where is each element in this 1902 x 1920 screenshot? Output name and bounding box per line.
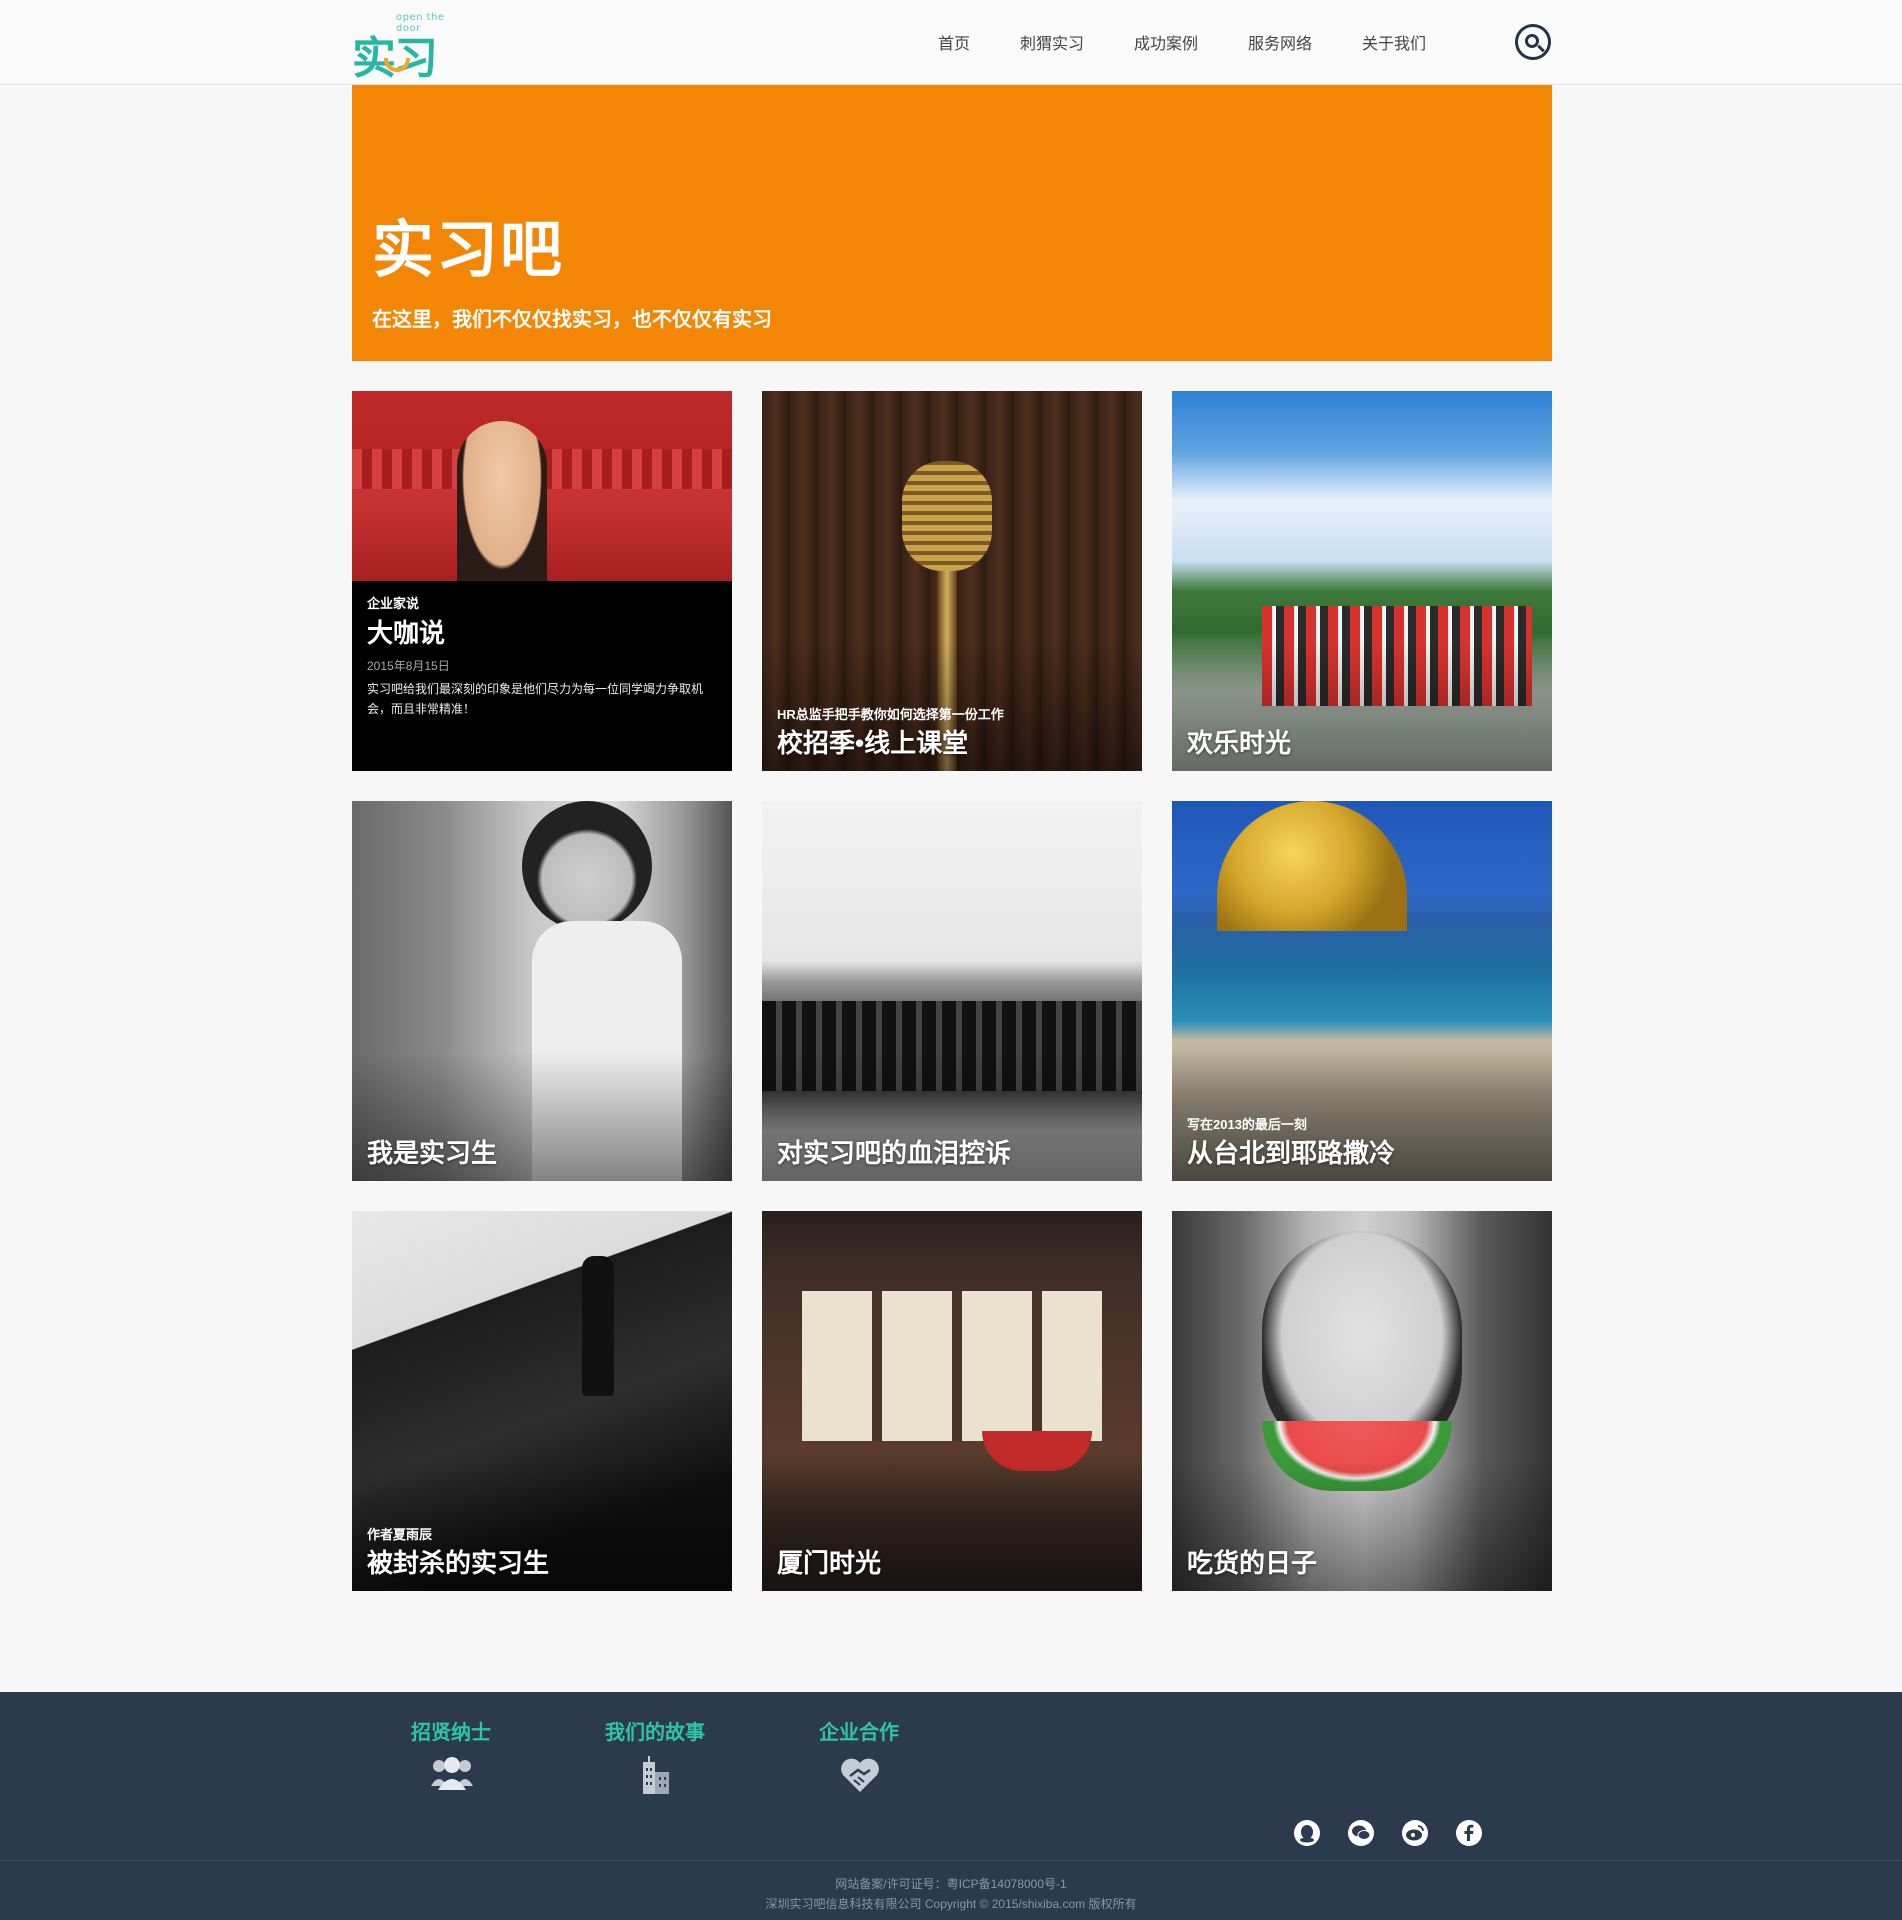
article-tile[interactable]: 企业家说 大咖说 2015年8月15日 实习吧给我们最深刻的印象是他们尽力为每一… (352, 391, 732, 771)
site-logo[interactable]: open the door 实习吧 (352, 10, 464, 148)
footer-link-story[interactable]: 我们的故事 (605, 1716, 705, 1745)
nav-item-network[interactable]: 服务网络 (1248, 30, 1312, 54)
tile-description: 实习吧给我们最深刻的印象是他们尽力为每一位同学竭力争取机会，而且非常精准！ (367, 682, 704, 716)
tile-title[interactable]: 校招季•线上课堂 (777, 723, 968, 760)
nav-item-internship[interactable]: 刺猬实习 (1020, 30, 1084, 54)
tile-kicker: 企业家说 (367, 596, 420, 611)
article-tile[interactable]: 厦门时光 (762, 1211, 1142, 1591)
tile-kicker: 作者夏雨辰 (367, 1527, 433, 1542)
footer-divider (0, 1860, 1902, 1861)
article-tile[interactable]: 作者夏雨辰 被封杀的实习生 (352, 1211, 732, 1591)
copyright-text: 深圳实习吧信息科技有限公司 Copyright © 2015/shixiba.c… (765, 1897, 1137, 1911)
footer-link-cooperation[interactable]: 企业合作 (819, 1716, 899, 1745)
hero-subtitle: 在这里，我们不仅仅找实习，也不仅仅有实习 (372, 309, 772, 331)
nav-item-cases[interactable]: 成功案例 (1134, 30, 1198, 54)
building-icon[interactable] (641, 1756, 671, 1794)
article-tile[interactable]: 我是实习生 (352, 801, 732, 1181)
qq-icon[interactable] (1294, 1820, 1320, 1846)
article-tile[interactable]: 吃货的日子 (1172, 1211, 1552, 1591)
article-tile[interactable]: 对实习吧的血泪控诉 (762, 801, 1142, 1181)
tile-title[interactable]: 厦门时光 (777, 1543, 881, 1580)
microphone-head (902, 461, 992, 571)
tile-date: 2015年8月15日 (367, 659, 450, 673)
nav-item-about[interactable]: 关于我们 (1362, 30, 1426, 54)
search-button[interactable] (1515, 24, 1551, 60)
wechat-icon[interactable] (1348, 1820, 1374, 1846)
hero-title: 实习吧 (372, 216, 565, 285)
people-icon[interactable] (429, 1756, 475, 1792)
nav-item-home[interactable]: 首页 (938, 30, 970, 54)
article-tile[interactable]: 欢乐时光 (1172, 391, 1552, 771)
tile-title[interactable]: 欢乐时光 (1187, 723, 1291, 760)
person-portrait (457, 421, 547, 581)
tile-title[interactable]: 被封杀的实习生 (367, 1543, 549, 1580)
tile-title[interactable]: 我是实习生 (367, 1133, 497, 1170)
postcard-wall (802, 1291, 1102, 1441)
handshake-icon[interactable] (840, 1756, 880, 1794)
tile-title[interactable]: 从台北到耶路撒冷 (1187, 1133, 1395, 1170)
weibo-icon[interactable] (1402, 1820, 1428, 1846)
hero-banner: 实习吧 在这里，我们不仅仅找实习，也不仅仅有实习 (352, 85, 1552, 361)
girl-face (522, 801, 652, 931)
footer-link-jobs[interactable]: 招贤纳士 (411, 1716, 491, 1745)
tile-kicker: 写在2013的最后一刻 (1187, 1117, 1307, 1132)
icp-record: 网站备案/许可证号：粤ICP备14078000号-1 (835, 1877, 1067, 1891)
tile-title[interactable]: 对实习吧的血泪控诉 (777, 1133, 1011, 1170)
site-header: open the door 实习吧 首页 刺猬实习 成功案例 服务网络 关于我们 (0, 0, 1902, 148)
traveler-figure (582, 1256, 614, 1396)
tile-kicker: HR总监手把手教你如何选择第一份工作 (777, 707, 1004, 722)
article-tile[interactable]: HR总监手把手教你如何选择第一份工作 校招季•线上课堂 (762, 391, 1142, 771)
tile-title[interactable]: 大咖说 (367, 613, 445, 650)
tile-title[interactable]: 吃货的日子 (1187, 1543, 1317, 1580)
site-footer: 招贤纳士 我们的故事 企业合作 网站备案/许可证号：粤ICP备14078000号… (0, 1692, 1902, 1920)
facebook-icon[interactable] (1456, 1820, 1482, 1846)
article-tile[interactable]: 写在2013的最后一刻 从台北到耶路撒冷 (1172, 801, 1552, 1181)
